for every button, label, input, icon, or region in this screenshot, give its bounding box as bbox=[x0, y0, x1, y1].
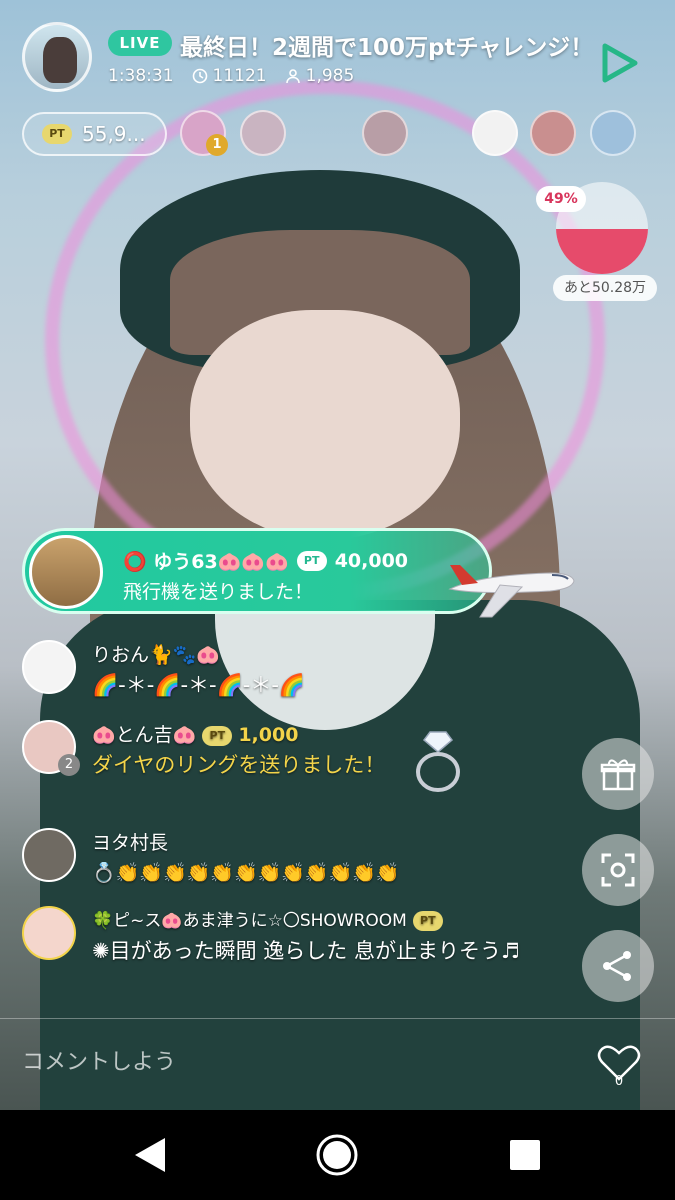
gauge-percent: 49% bbox=[536, 186, 586, 212]
comment-input[interactable] bbox=[22, 1040, 422, 1084]
airplane-icon bbox=[448, 565, 575, 618]
share-button[interactable] bbox=[582, 930, 654, 1002]
divider bbox=[0, 1018, 675, 1019]
commenter-name: 🍀ピ~ス🐽あま津うに☆〇SHOWROOM PT bbox=[92, 906, 449, 931]
share-icon bbox=[603, 951, 631, 981]
gift-sender-name: ⭕ ゆう63🐽🐽🐽 bbox=[123, 551, 289, 573]
current-viewers-value: 1,985 bbox=[305, 66, 355, 86]
elapsed-time: 1:38:31 bbox=[108, 66, 174, 86]
comment-text: ダイヤのリングを送りました！ bbox=[92, 753, 386, 777]
commenter-name-text: 🍀ピ~ス🐽あま津うに☆〇SHOWROOM bbox=[92, 911, 407, 931]
total-viewers: 11121 bbox=[192, 66, 267, 86]
screenshot-button[interactable] bbox=[582, 834, 654, 906]
ranking-avatar[interactable] bbox=[590, 110, 636, 156]
gift-sender-avatar[interactable] bbox=[29, 535, 103, 609]
pt-badge: PT bbox=[202, 725, 233, 746]
live-badge: LIVE bbox=[108, 30, 172, 56]
commenter-name: 🐽とん吉🐽 PT 1,000 bbox=[92, 720, 298, 747]
ranking-avatar[interactable] bbox=[362, 110, 408, 156]
gift-points: 40,000 bbox=[334, 549, 409, 572]
pt-badge: PT bbox=[296, 550, 327, 571]
comment-text: 💍👏👏👏👏👏👏👏👏👏👏👏👏 bbox=[92, 862, 400, 884]
pt-badge: PT bbox=[42, 124, 72, 144]
live-video-stage[interactable]: LIVE 最終日！2週間で100万ptチャレンジ！ 1:38:31 11121 … bbox=[0, 0, 675, 1110]
commenter-avatar[interactable] bbox=[22, 828, 76, 882]
gift-points: 1,000 bbox=[238, 724, 299, 746]
comment-text: ✺目があった瞬間 逸らした 息が止まりそう♬ bbox=[92, 939, 520, 963]
person-icon bbox=[285, 69, 300, 84]
avatar-level-badge: 2 bbox=[58, 754, 80, 776]
gift-sender: ⭕ ゆう63🐽🐽🐽 PT 40,000 bbox=[123, 547, 408, 574]
ring-icon bbox=[416, 731, 460, 792]
navigation-bar bbox=[0, 1110, 675, 1200]
gauge-fill bbox=[556, 228, 648, 274]
commenter-avatar[interactable] bbox=[22, 640, 76, 694]
gauge-remaining: あと50.28万 bbox=[553, 275, 657, 301]
elapsed-time-value: 1:38:31 bbox=[108, 66, 174, 86]
commenter-name: りおん🐈🐾🐽 bbox=[92, 644, 220, 666]
like-count: 0 bbox=[614, 1074, 624, 1089]
commenter-name-text: 🐽とん吉🐽 bbox=[92, 724, 197, 746]
gift-message: 飛行機を送りました！ bbox=[123, 581, 314, 603]
stream-title: 最終日！2週間で100万ptチャレンジ！ bbox=[180, 35, 594, 61]
play-icon[interactable] bbox=[600, 42, 640, 84]
camera-capture-icon bbox=[601, 853, 635, 887]
recents-icon[interactable] bbox=[502, 1132, 548, 1178]
total-viewers-value: 11121 bbox=[212, 66, 267, 86]
gift-button[interactable] bbox=[582, 738, 654, 810]
ranking-avatar[interactable] bbox=[240, 110, 286, 156]
pt-badge: PT bbox=[412, 911, 443, 931]
gift-icon bbox=[600, 759, 636, 791]
stream-stats: 1:38:31 11121 1,985 bbox=[108, 66, 354, 86]
current-viewers: 1,985 bbox=[285, 66, 355, 86]
commenter-name: ヨタ村長 bbox=[92, 832, 169, 854]
point-value: 55,9... bbox=[82, 122, 146, 146]
home-icon[interactable] bbox=[314, 1132, 360, 1178]
rank-number-badge: 1 bbox=[206, 134, 228, 156]
comment-text: 🌈-＊-🌈-＊-🌈-＊-🌈 bbox=[92, 673, 306, 697]
gift-banner: ⭕ ゆう63🐽🐽🐽 PT 40,000 飛行機を送りました！ bbox=[22, 528, 492, 614]
clock-icon bbox=[192, 68, 207, 84]
streamer-avatar[interactable] bbox=[22, 22, 92, 92]
ranking-avatar[interactable] bbox=[472, 110, 518, 156]
ranking-avatar[interactable] bbox=[530, 110, 576, 156]
point-counter[interactable]: PT 55,9... bbox=[22, 112, 167, 156]
back-icon[interactable] bbox=[127, 1132, 173, 1178]
heart-effect bbox=[45, 80, 605, 600]
commenter-avatar[interactable] bbox=[22, 906, 76, 960]
